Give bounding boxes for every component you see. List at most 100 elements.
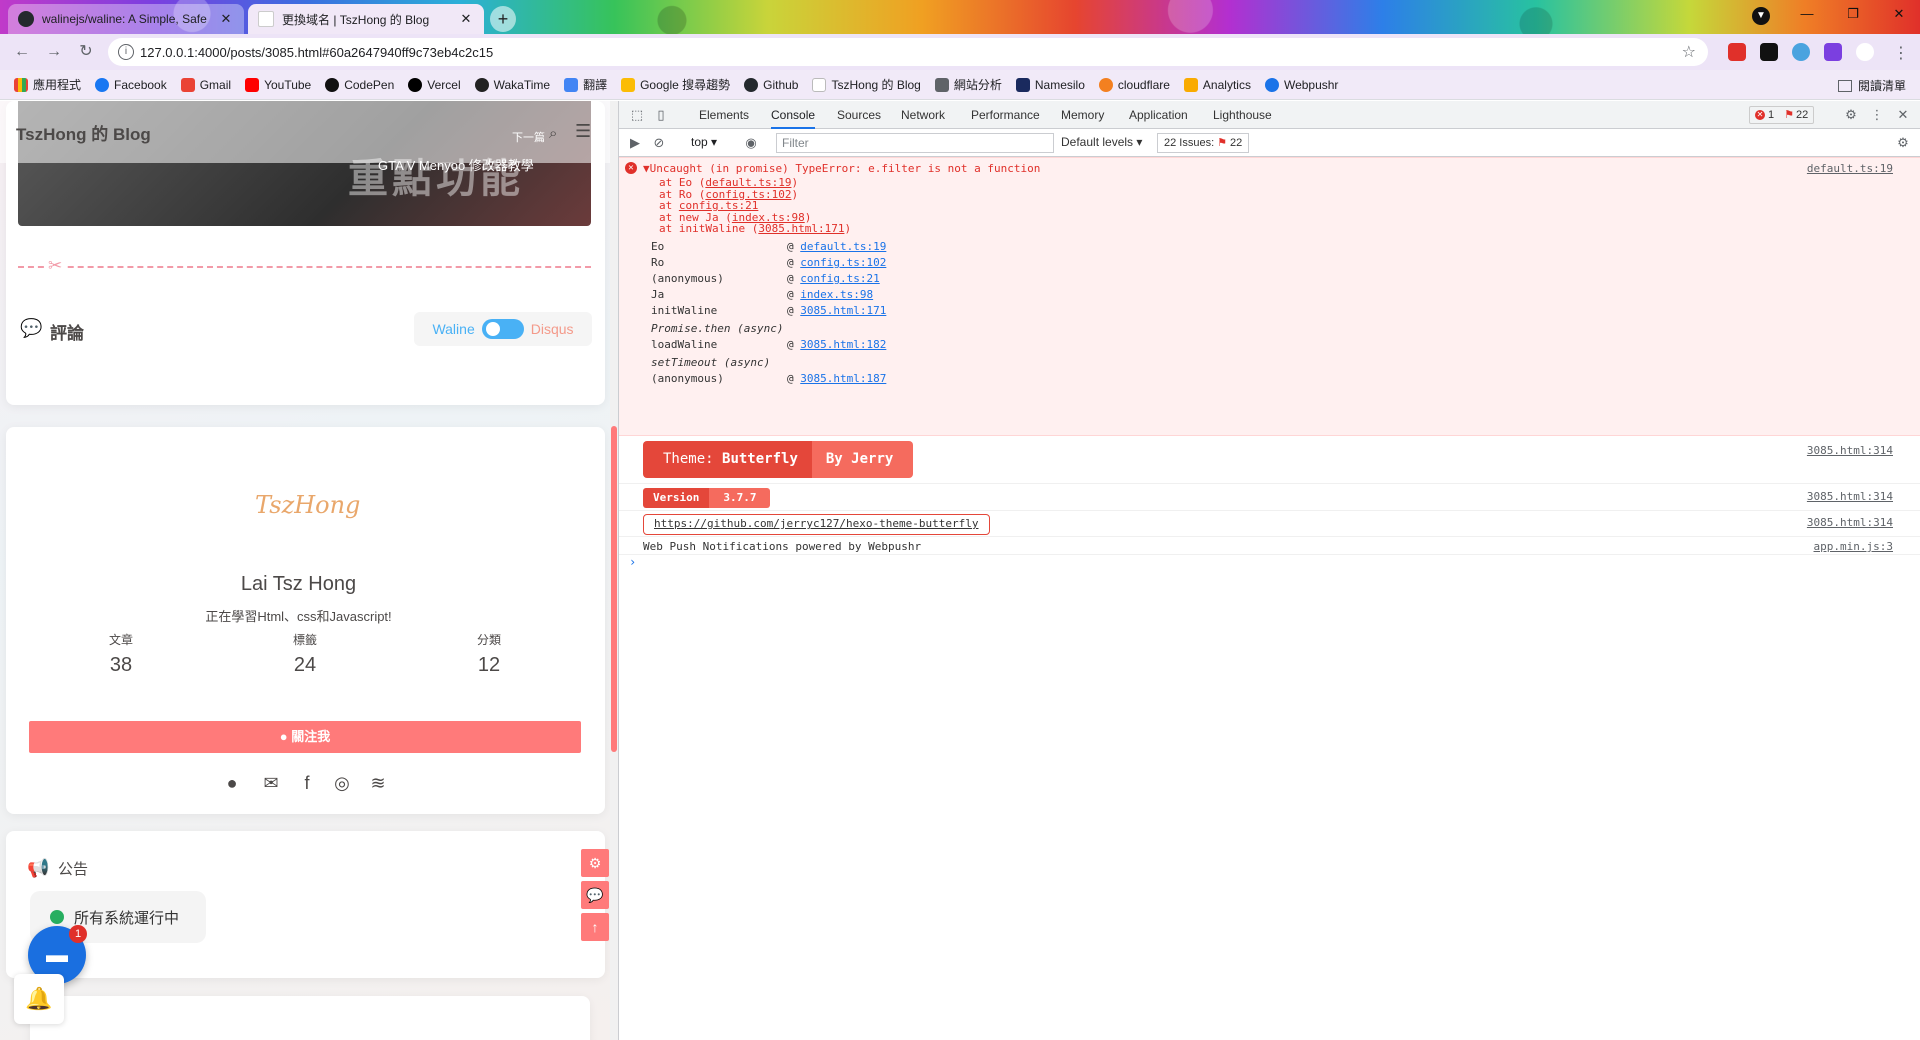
follow-button[interactable]: ● 關注我 bbox=[29, 721, 581, 753]
tab-search-icon[interactable]: ▼ bbox=[1738, 6, 1784, 28]
bookmark-youtube[interactable]: YouTube bbox=[245, 77, 311, 92]
rss-icon[interactable]: ≋ bbox=[367, 773, 389, 794]
menu-icon[interactable]: ☰ bbox=[575, 121, 591, 142]
scrollbar-thumb[interactable] bbox=[611, 426, 617, 752]
site-info-icon[interactable]: i bbox=[118, 44, 134, 60]
extension-icon[interactable] bbox=[1760, 43, 1778, 61]
email-icon[interactable]: ✉ bbox=[260, 773, 282, 794]
reload-button[interactable]: ↻ bbox=[76, 42, 96, 62]
bookmark-facebook[interactable]: Facebook bbox=[95, 77, 167, 92]
error-source-link[interactable]: default.ts:19 bbox=[1807, 162, 1893, 175]
notification-bell-button[interactable]: 🔔 bbox=[14, 974, 64, 1024]
repo-link[interactable]: https://github.com/jerryc127/hexo-theme-… bbox=[643, 514, 990, 535]
tab-blog[interactable]: 更換域名 | TszHong 的 Blog ✕ bbox=[248, 4, 484, 34]
log-levels-dropdown[interactable]: Default levels ▾ bbox=[1061, 135, 1142, 149]
facebook-icon[interactable]: f bbox=[296, 773, 318, 794]
bookmark-gmail[interactable]: Gmail bbox=[180, 77, 231, 92]
bookmark-blog[interactable]: TszHong 的 Blog bbox=[812, 76, 921, 93]
divider bbox=[18, 266, 591, 268]
puzzle-icon[interactable] bbox=[1824, 43, 1842, 61]
tab-memory[interactable]: Memory bbox=[1061, 101, 1104, 129]
source-link[interactable]: app.min.js:3 bbox=[1814, 540, 1893, 553]
reading-list[interactable]: 閱讀清單 bbox=[1837, 77, 1906, 94]
comment-switch[interactable]: Waline Disqus bbox=[414, 312, 592, 346]
tab-sources[interactable]: Sources bbox=[837, 101, 881, 129]
profile-avatar[interactable] bbox=[1856, 43, 1874, 61]
back-to-top-button[interactable]: ↑ bbox=[581, 913, 609, 941]
site-title[interactable]: TszHong 的 Blog bbox=[16, 120, 151, 145]
facebook-icon bbox=[95, 77, 110, 92]
console-row-webpush: Web Push Notifications powered by Webpus… bbox=[619, 537, 1920, 555]
bookmark-google-trends[interactable]: Google 搜尋趨勢 bbox=[621, 76, 730, 93]
more-menu-icon[interactable]: ⋮ bbox=[1892, 43, 1910, 62]
bookmark-codepen[interactable]: CodePen bbox=[325, 77, 394, 92]
tab-elements[interactable]: Elements bbox=[699, 101, 749, 129]
stat-posts[interactable]: 文章 38 bbox=[61, 631, 181, 677]
call-stack-link[interactable]: 3085.html:187 bbox=[800, 372, 886, 385]
bookmark-namesilo[interactable]: Namesilo bbox=[1015, 77, 1085, 92]
console-prompt[interactable]: › bbox=[629, 555, 636, 569]
call-stack-link[interactable]: index.ts:98 bbox=[800, 288, 873, 301]
address-bar[interactable]: i 127.0.0.1:4000/posts/3085.html#60a2647… bbox=[108, 38, 1708, 66]
bookmark-wakatime[interactable]: WakaTime bbox=[474, 77, 550, 92]
tab-lighthouse[interactable]: Lighthouse bbox=[1213, 101, 1272, 129]
issues-button[interactable]: 22 Issues: ⚑ 22 bbox=[1157, 133, 1250, 153]
source-link[interactable]: 3085.html:314 bbox=[1807, 444, 1893, 457]
instagram-icon[interactable]: ◎ bbox=[331, 773, 353, 794]
close-tab-icon[interactable]: ✕ bbox=[458, 11, 474, 27]
filter-input[interactable]: Filter bbox=[776, 133, 1054, 153]
comment-jump-button[interactable]: 💬 bbox=[581, 881, 609, 909]
bookmark-github[interactable]: Github bbox=[744, 77, 798, 92]
console-settings-icon[interactable]: ⚙ bbox=[1895, 135, 1911, 151]
tab-application[interactable]: Application bbox=[1129, 101, 1188, 129]
call-stack-link[interactable]: 3085.html:171 bbox=[800, 304, 886, 317]
github-icon[interactable]: ● bbox=[221, 773, 243, 794]
call-stack-link[interactable]: 3085.html:182 bbox=[800, 338, 886, 351]
settings-gear-icon[interactable]: ⚙ bbox=[1843, 107, 1859, 123]
bookmark-apps[interactable]: 應用程式 bbox=[14, 76, 81, 93]
stack-link[interactable]: 3085.html:171 bbox=[758, 222, 844, 235]
bookmark-cloudflare[interactable]: cloudflare bbox=[1098, 77, 1170, 92]
bookmark-vercel[interactable]: Vercel bbox=[408, 77, 461, 92]
error-text[interactable]: ▼Uncaught (in promise) TypeError: e.filt… bbox=[643, 162, 1040, 175]
clear-console-icon[interactable]: ⊘ bbox=[651, 135, 667, 151]
call-stack-link[interactable]: config.ts:21 bbox=[800, 272, 879, 285]
close-tab-icon[interactable]: ✕ bbox=[218, 11, 234, 27]
bookmark-webpushr[interactable]: Webpushr bbox=[1264, 77, 1338, 92]
search-icon[interactable]: ⌕ bbox=[549, 125, 557, 142]
source-link[interactable]: 3085.html:314 bbox=[1807, 516, 1893, 529]
bookmark-translate[interactable]: 翻譯 bbox=[564, 76, 607, 93]
tab-network[interactable]: Network bbox=[901, 101, 945, 129]
inspect-icon[interactable]: ⬚ bbox=[629, 107, 645, 123]
more-options-icon[interactable]: ⋮ bbox=[1869, 107, 1885, 123]
error-message[interactable]: ✕ ▼Uncaught (in promise) TypeError: e.fi… bbox=[619, 157, 1920, 436]
bookmark-analysis[interactable]: 網站分析 bbox=[934, 76, 1002, 93]
extension-icon[interactable] bbox=[1728, 43, 1746, 61]
sidebar-toggle-icon[interactable]: ▶ bbox=[627, 135, 643, 151]
settings-button[interactable]: ⚙ bbox=[581, 849, 609, 877]
tab-console[interactable]: Console bbox=[771, 101, 816, 129]
new-tab-button[interactable]: + bbox=[490, 6, 516, 32]
source-link[interactable]: 3085.html:314 bbox=[1807, 490, 1893, 503]
back-button[interactable]: ← bbox=[12, 42, 32, 62]
tab-waline[interactable]: walinejs/waline: A Simple, Safe ✕ bbox=[8, 4, 244, 34]
bookmark-star-icon[interactable]: ☆ bbox=[1682, 42, 1696, 62]
bookmark-analytics[interactable]: Analytics bbox=[1183, 77, 1251, 92]
stat-tags[interactable]: 標籤 24 bbox=[245, 631, 365, 677]
forward-button[interactable]: → bbox=[44, 42, 64, 62]
close-devtools-icon[interactable]: ✕ bbox=[1895, 107, 1911, 123]
call-stack-link[interactable]: config.ts:102 bbox=[800, 256, 886, 269]
error-counter[interactable]: ✕ 1 ⚑ 22 bbox=[1749, 106, 1815, 124]
call-stack-link[interactable]: default.ts:19 bbox=[800, 240, 886, 253]
tab-performance[interactable]: Performance bbox=[971, 101, 1040, 129]
context-selector[interactable]: top ▾ bbox=[691, 135, 717, 149]
extension-icon[interactable] bbox=[1792, 43, 1810, 61]
stat-categories[interactable]: 分類 12 bbox=[429, 631, 549, 677]
close-window-button[interactable]: ✕ bbox=[1876, 6, 1920, 28]
restore-button[interactable]: ❐ bbox=[1830, 6, 1876, 28]
live-expression-eye-icon[interactable]: ◉ bbox=[743, 135, 759, 151]
device-toggle-icon[interactable]: ▯ bbox=[653, 107, 669, 123]
next-post-label[interactable]: 下一篇 bbox=[512, 129, 545, 145]
toggle-switch[interactable] bbox=[481, 319, 524, 339]
minimize-button[interactable]: — bbox=[1784, 6, 1830, 28]
